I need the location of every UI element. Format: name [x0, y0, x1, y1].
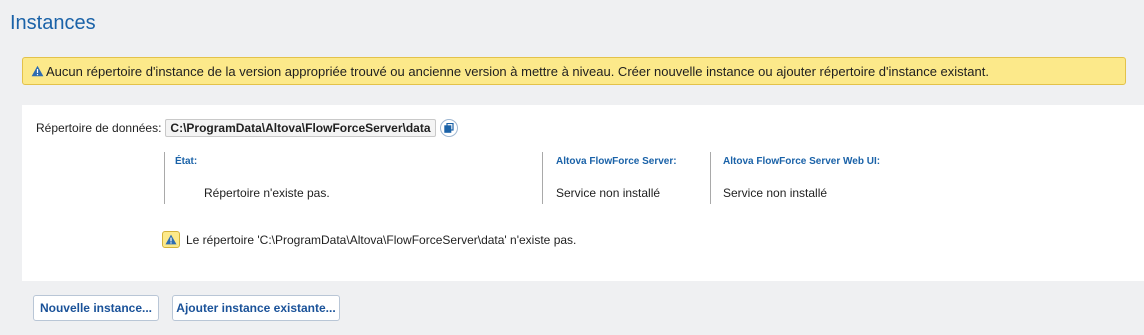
webui-value: Service non installé — [723, 186, 828, 200]
server-column: Altova FlowForce Server: Service non ins… — [542, 152, 703, 204]
copy-icon — [443, 123, 454, 133]
new-instance-button[interactable]: Nouvelle instance... — [33, 295, 159, 321]
webui-column: Altova FlowForce Server Web UI: Service … — [710, 152, 911, 204]
server-value: Service non installé — [556, 186, 661, 200]
page-title: Instances — [10, 12, 96, 34]
data-directory-value[interactable]: C:\ProgramData\Altova\FlowForceServer\da… — [165, 119, 436, 137]
data-directory-row: Répertoire de données: C:\ProgramData\Al… — [36, 118, 458, 138]
state-column: État: Répertoire n'existe pas. — [164, 152, 525, 204]
server-header: Altova FlowForce Server: — [556, 156, 677, 167]
state-value: Répertoire n'existe pas. — [204, 186, 330, 200]
warning-icon — [30, 65, 44, 78]
error-message-text: Le répertoire 'C:\ProgramData\Altova\Flo… — [186, 232, 577, 247]
warning-banner-text: Aucun répertoire d'instance de la versio… — [46, 63, 989, 79]
warning-icon — [162, 231, 180, 248]
error-message-row: Le répertoire 'C:\ProgramData\Altova\Flo… — [162, 231, 576, 248]
state-header: État: — [175, 156, 198, 167]
webui-header: Altova FlowForce Server Web UI: — [723, 156, 881, 167]
copy-path-button[interactable] — [439, 119, 458, 137]
data-directory-label: Répertoire de données: — [36, 121, 162, 135]
instance-panel: Répertoire de données: C:\ProgramData\Al… — [22, 105, 1144, 281]
add-existing-instance-button[interactable]: Ajouter instance existante... — [172, 295, 340, 321]
warning-banner: Aucun répertoire d'instance de la versio… — [22, 57, 1126, 85]
